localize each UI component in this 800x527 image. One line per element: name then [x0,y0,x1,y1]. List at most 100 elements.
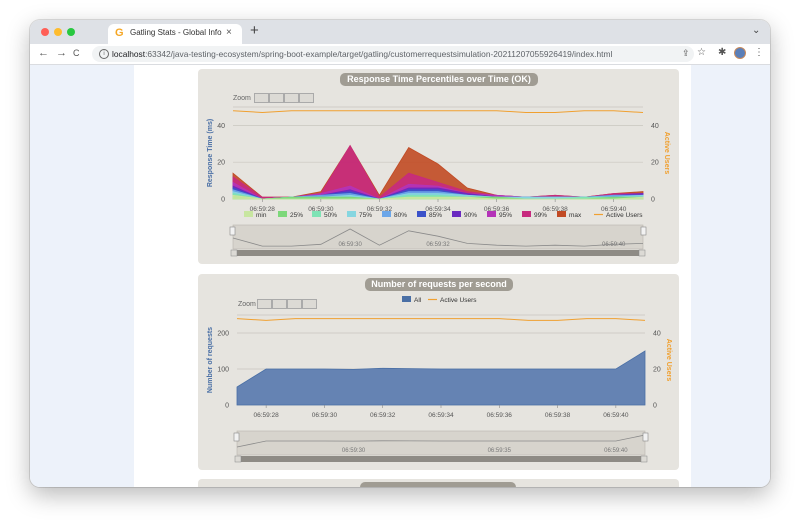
forward-arrow-icon[interactable]: → [56,47,67,59]
y2-tick-label: 0 [653,403,657,410]
scroll-left-button [234,455,242,463]
y2-tick-label: 0 [651,197,655,204]
y2-tick-label: 20 [651,160,659,167]
x-tick-label: 06:59:38 [545,412,571,419]
tab-title: Gatling Stats - Global Informatio [130,28,222,37]
legend-swatch-85 [417,211,426,217]
y2-tick-label: 20 [653,367,661,374]
share-icon[interactable]: ⇪ [682,48,690,59]
legend-label: min [256,212,267,219]
navigator-label: 06:59:40 [604,448,628,454]
series-line-active-users [232,110,644,114]
legend-label: 95% [499,212,512,219]
url-path: :63342/java-testing-ecosystem/spring-boo… [145,49,613,59]
y-tick-label: 100 [217,367,229,374]
panel-requests-per-second: Number of requests per second Zoom 0 100 2… [198,274,679,470]
page-viewport: Response Time Percentiles over Time (OK)… [30,65,770,487]
panel-response-time-percentiles: Response Time Percentiles over Time (OK)… [198,69,679,264]
percentiles-chart: 0204002040Response Time (ms) Active Users… [207,106,670,257]
legend-label: 75% [359,212,372,219]
close-icon[interactable]: × [226,27,232,38]
x-tick-label: 06:59:36 [487,412,513,419]
legend-label: Active Users [606,212,643,219]
legend-label: 25% [290,212,303,219]
y2-tick-label: 40 [653,331,661,338]
legend-swatch-90 [452,211,461,217]
y-tick-label: 20 [217,160,225,167]
tab-gatling-stats[interactable]: G Gatling Stats - Global Informatio × [108,24,242,44]
navigator-label: 06:59:35 [488,448,512,454]
y-tick-label: 0 [221,197,225,204]
y2-tick-label: 40 [651,123,659,130]
legend-label: max [569,212,582,219]
close-window-dot[interactable] [41,28,49,36]
y-axis-label: Number of requests [207,327,214,393]
bookmark-star-icon[interactable]: ☆ [697,47,706,58]
scroll-right-button [640,455,648,463]
legend-swatch-min [244,211,253,217]
legend-swatch-max [557,211,566,217]
series-line-active-users [236,318,646,321]
address-bar[interactable]: i localhost:63342/java-testing-ecosystem… [92,46,694,62]
navigator-scrollbar [235,456,647,462]
navigator-label: 06:59:32 [426,242,450,248]
browser-window: G Gatling Stats - Global Informatio × + … [30,20,770,487]
y2-axis-label: Active Users [663,132,670,175]
url-host: localhost [112,49,146,59]
panel-responses-per-second [198,479,679,487]
report-page: Response Time Percentiles over Time (OK)… [134,65,691,487]
scroll-right-button [638,249,646,257]
reload-icon[interactable]: C [73,48,80,58]
chevron-down-icon[interactable]: ⌄ [752,25,760,36]
legend-swatch-25 [278,211,287,217]
legend-label: Active Users [440,297,477,304]
navigator-label: 06:59:30 [338,242,362,248]
tab-strip: G Gatling Stats - Global Informatio × + … [30,20,770,44]
navigator-handle-right [640,226,647,236]
legend-label: 85% [429,212,442,219]
navigator-handle-right [642,432,649,442]
y-axis-label: Response Time (ms) [207,119,214,187]
legend-swatch-80 [382,211,391,217]
legend-swatch-50 [312,211,321,217]
back-arrow-icon[interactable]: ← [38,47,49,59]
y-tick-label: 40 [217,123,225,130]
x-tick-label: 06:59:28 [253,412,279,419]
x-tick-label: 06:59:32 [370,412,396,419]
navigator-handle-left [229,226,236,236]
series-area-All [236,350,646,406]
legend-swatch-75 [347,211,356,217]
navigator-handle-left [233,432,240,442]
legend-swatch-All [402,296,411,302]
navigator-scrollbar [231,250,645,256]
x-tick-label: 06:59:30 [312,412,338,419]
info-icon[interactable]: i [99,49,109,59]
new-tab-icon[interactable]: + [250,22,259,39]
legend-swatch-99 [522,211,531,217]
maximize-window-dot[interactable] [67,28,75,36]
y2-axis-label: Active Users [665,339,672,382]
x-tick-label: 06:59:40 [603,412,629,419]
browser-toolbar: ← → C i localhost:63342/java-testing-eco… [30,44,770,65]
legend-swatch-95 [487,211,496,217]
navigator-label: 06:59:30 [342,448,366,454]
kebab-menu-icon[interactable]: ⋮ [754,47,764,58]
extensions-puzzle-icon[interactable]: ✱ [718,47,726,58]
legend-label: 50% [324,212,337,219]
requests-chart: 0 100 200 0 20 40 Number of requests Active Use… [207,296,672,463]
url-text: localhost:63342/java-testing-ecosystem/s… [112,49,612,59]
navigator-label: 06:59:40 [602,242,626,248]
scroll-left-button [230,249,238,257]
legend-label: 90% [464,212,477,219]
y-tick-label: 200 [217,331,229,338]
legend-label: All [414,297,422,304]
legend-label: 80% [394,212,407,219]
x-tick-label: 06:59:34 [428,412,454,419]
legend-label: 99% [534,212,547,219]
navigator-background [236,430,646,456]
profile-avatar[interactable] [734,47,746,59]
y-tick-label: 0 [225,403,229,410]
minimize-window-dot[interactable] [54,28,62,36]
gatling-favicon-icon: G [115,27,124,39]
panel-title [360,482,516,487]
